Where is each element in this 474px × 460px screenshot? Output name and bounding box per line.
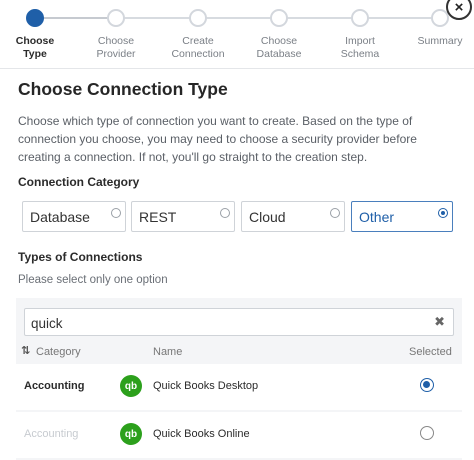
step-connector bbox=[280, 17, 360, 19]
radio-icon bbox=[438, 208, 448, 218]
step-label-text: Choose Database bbox=[256, 35, 302, 60]
radio-icon bbox=[330, 208, 340, 218]
page-description: Choose which type of connection you want… bbox=[18, 114, 417, 164]
step-label-choose-type[interactable]: Choose Type bbox=[0, 35, 75, 60]
step-dot-create-connection[interactable] bbox=[189, 9, 207, 27]
column-header-selected: Selected bbox=[409, 346, 452, 358]
step-label-import-schema[interactable]: Import Schema bbox=[320, 35, 400, 60]
column-header-category[interactable]: Category bbox=[36, 346, 81, 358]
step-label-text: Create Connection bbox=[171, 35, 225, 60]
row-select-radio[interactable] bbox=[420, 426, 434, 440]
step-connector bbox=[36, 17, 116, 19]
category-option-rest[interactable]: REST bbox=[131, 201, 235, 232]
step-label-text: Choose Type bbox=[15, 35, 55, 60]
row-select-radio[interactable] bbox=[420, 378, 434, 392]
quickbooks-logo-icon: qb bbox=[120, 423, 142, 445]
selection-hint: Please select only one option bbox=[18, 274, 168, 286]
category-option-label: Cloud bbox=[249, 209, 286, 225]
step-label-choose-database[interactable]: Choose Database bbox=[239, 35, 319, 60]
step-connector bbox=[360, 17, 440, 19]
column-header-name: Name bbox=[153, 346, 183, 358]
radio-icon bbox=[111, 208, 121, 218]
types-of-connections-label: Types of Connections bbox=[18, 250, 143, 264]
row-category: Accounting bbox=[24, 428, 79, 440]
wizard-stepper: Choose Type Choose Provider Create Conne… bbox=[0, 0, 474, 66]
row-name: Quick Books Online bbox=[153, 428, 250, 440]
category-option-label: REST bbox=[139, 209, 177, 225]
step-label-summary[interactable]: Summary bbox=[400, 35, 474, 48]
step-label-create-connection[interactable]: Create Connection bbox=[158, 35, 238, 60]
close-icon[interactable]: × bbox=[446, 0, 472, 20]
step-dot-choose-provider[interactable] bbox=[107, 9, 125, 27]
category-option-label: Database bbox=[30, 209, 90, 225]
divider bbox=[0, 68, 474, 69]
category-option-label: Other bbox=[359, 209, 395, 225]
search-box: ✖ bbox=[24, 308, 454, 336]
radio-icon bbox=[220, 208, 230, 218]
step-dot-choose-database[interactable] bbox=[270, 9, 288, 27]
category-option-other[interactable]: Other bbox=[351, 201, 453, 232]
step-dot-choose-type[interactable] bbox=[26, 9, 44, 27]
step-label-text: Summary bbox=[417, 35, 463, 47]
step-dot-import-schema[interactable] bbox=[351, 9, 369, 27]
step-label-text: Import Schema bbox=[340, 35, 380, 60]
table-row[interactable]: Accounting qb Quick Books Desktop bbox=[16, 364, 462, 410]
step-label-choose-provider[interactable]: Choose Provider bbox=[76, 35, 156, 60]
step-label-text: Choose Provider bbox=[96, 35, 136, 60]
table-row[interactable]: Accounting qb Quick Books Online bbox=[16, 412, 462, 458]
connection-category-label: Connection Category bbox=[18, 175, 140, 189]
row-category: Accounting bbox=[24, 380, 85, 392]
close-icon[interactable]: ✖ bbox=[434, 314, 445, 330]
quickbooks-logo-icon: qb bbox=[120, 375, 142, 397]
sort-icon[interactable]: ⇅ bbox=[21, 344, 30, 357]
step-connector bbox=[116, 17, 198, 19]
row-name: Quick Books Desktop bbox=[153, 380, 259, 392]
category-option-cloud[interactable]: Cloud bbox=[241, 201, 345, 232]
search-input[interactable] bbox=[31, 313, 421, 333]
step-connector bbox=[198, 17, 280, 19]
category-option-database[interactable]: Database bbox=[22, 201, 126, 232]
page-title: Choose Connection Type bbox=[18, 79, 228, 99]
connections-panel: ✖ ⇅ Category Name Selected Accounting qb… bbox=[16, 298, 462, 460]
